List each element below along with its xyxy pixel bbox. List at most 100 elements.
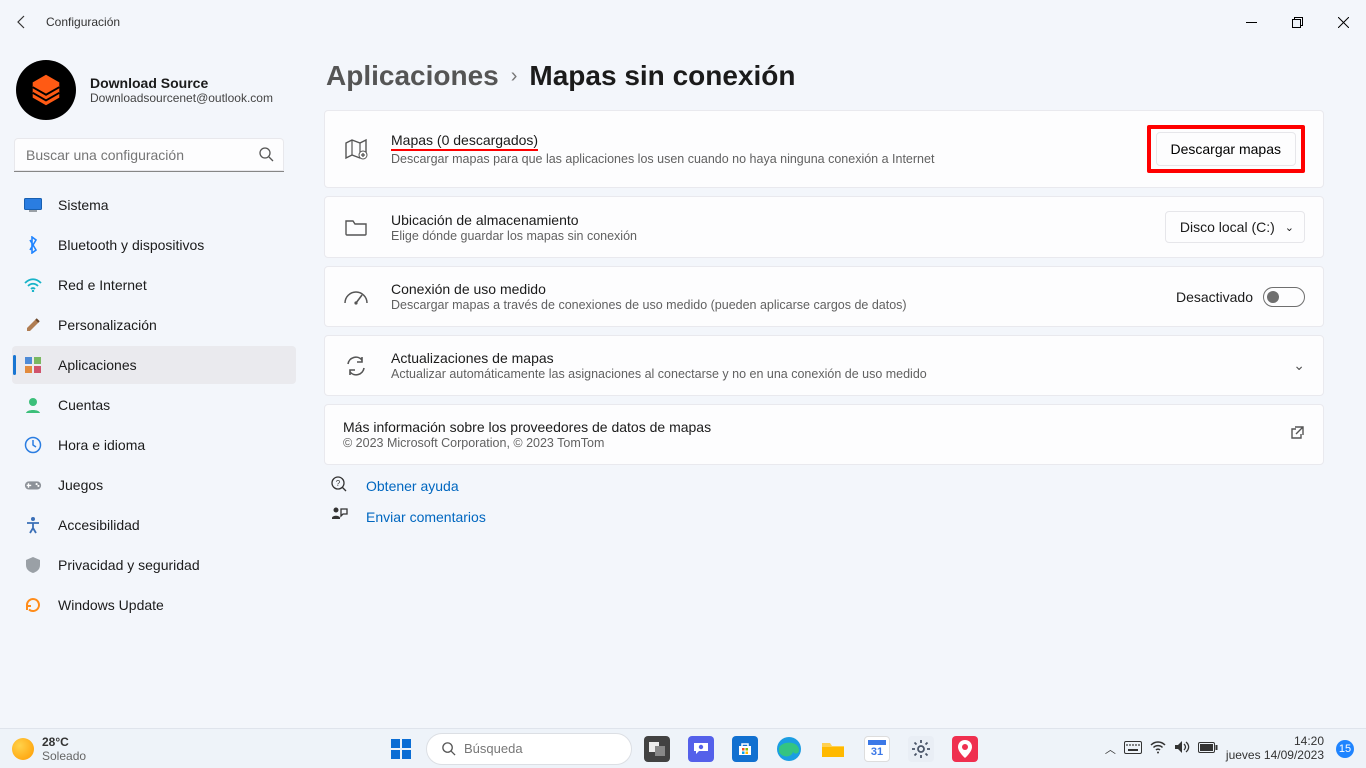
window-title: Configuración	[46, 15, 120, 29]
storage-select-value: Disco local (C:)	[1180, 219, 1275, 235]
nav-update[interactable]: Windows Update	[12, 586, 296, 624]
wifi-tray-icon[interactable]	[1150, 741, 1166, 757]
nav-personalizacion[interactable]: Personalización	[12, 306, 296, 344]
monitor-icon	[24, 196, 42, 214]
gear-icon	[908, 736, 934, 762]
bluetooth-icon	[24, 236, 42, 254]
account-profile[interactable]: Download Source Downloadsourcenet@outloo…	[12, 54, 296, 132]
breadcrumb-parent[interactable]: Aplicaciones	[326, 60, 499, 92]
calendar-button[interactable]: 31	[858, 733, 896, 765]
download-maps-button[interactable]: Descargar mapas	[1156, 132, 1297, 166]
taskbar-weather[interactable]: 28°C Soleado	[0, 735, 86, 763]
nav-label: Hora e idioma	[58, 437, 145, 453]
card-storage-desc: Elige dónde guardar los mapas sin conexi…	[391, 229, 637, 243]
weather-sun-icon	[12, 738, 34, 760]
battery-tray-icon[interactable]	[1198, 742, 1218, 756]
card-storage-title: Ubicación de almacenamiento	[391, 212, 637, 228]
profile-name: Download Source	[90, 75, 273, 91]
start-button[interactable]	[382, 733, 420, 765]
settings-button[interactable]	[902, 733, 940, 765]
minimize-button[interactable]	[1228, 6, 1274, 38]
notification-badge[interactable]: 15	[1336, 740, 1354, 758]
folder-icon	[343, 217, 369, 237]
settings-search	[14, 138, 284, 172]
store-button[interactable]	[726, 733, 764, 765]
nav-label: Bluetooth y dispositivos	[58, 237, 204, 253]
explorer-button[interactable]	[814, 733, 852, 765]
nav-red[interactable]: Red e Internet	[12, 266, 296, 304]
feedback-link[interactable]: Enviar comentarios	[366, 509, 486, 525]
edge-button[interactable]	[770, 733, 808, 765]
nav-aplicaciones[interactable]: Aplicaciones	[12, 346, 296, 384]
nav-cuentas[interactable]: Cuentas	[12, 386, 296, 424]
edge-icon	[776, 736, 802, 762]
sync-icon	[343, 355, 369, 377]
clock-date: jueves 14/09/2023	[1226, 749, 1324, 763]
nav-label: Accesibilidad	[58, 517, 140, 533]
chat-button[interactable]	[682, 733, 720, 765]
accessibility-icon	[24, 516, 42, 534]
avatar-logo-icon	[27, 71, 65, 109]
card-maps: Mapas (0 descargados) Descargar mapas pa…	[324, 110, 1324, 188]
arrow-left-icon	[14, 14, 30, 30]
nav-sistema[interactable]: Sistema	[12, 186, 296, 224]
tray-overflow[interactable]: ︿	[1105, 741, 1116, 757]
svg-text:31: 31	[871, 746, 883, 758]
card-info[interactable]: Más información sobre los proveedores de…	[324, 404, 1324, 465]
taskbar-search[interactable]: Búsqueda	[426, 733, 632, 765]
breadcrumb: Aplicaciones › Mapas sin conexión	[326, 60, 1324, 92]
clock-globe-icon	[24, 436, 42, 454]
profile-email: Downloadsourcenet@outlook.com	[90, 91, 273, 105]
metered-toggle[interactable]	[1263, 287, 1305, 307]
paintbrush-icon	[24, 316, 42, 334]
card-updates[interactable]: Actualizaciones de mapas Actualizar auto…	[324, 335, 1324, 396]
volume-tray-icon[interactable]	[1174, 740, 1190, 757]
window-controls	[1228, 6, 1366, 38]
nav-accesibilidad[interactable]: Accesibilidad	[12, 506, 296, 544]
nav-bluetooth[interactable]: Bluetooth y dispositivos	[12, 226, 296, 264]
search-icon	[441, 741, 456, 756]
apps-icon	[24, 356, 42, 374]
search-input[interactable]	[14, 138, 284, 172]
content: Aplicaciones › Mapas sin conexión Mapas …	[300, 44, 1366, 728]
card-metered-title: Conexión de uso medido	[391, 281, 907, 297]
calendar-icon: 31	[864, 736, 890, 762]
maps-app-button[interactable]	[946, 733, 984, 765]
help-icon: ?	[330, 475, 348, 496]
search-icon	[258, 146, 274, 167]
system-tray: ︿ 14:20 jueves 14/09/2023 15	[1105, 735, 1366, 763]
nav: Sistema Bluetooth y dispositivos Red e I…	[12, 186, 296, 624]
storage-select[interactable]: Disco local (C:) ⌄	[1165, 211, 1305, 243]
maximize-icon	[1292, 17, 1303, 28]
taskview-button[interactable]	[638, 733, 676, 765]
taskbar-center: Búsqueda 31	[382, 733, 984, 765]
help-link-row: ? Obtener ayuda	[330, 475, 1324, 496]
nav-label: Windows Update	[58, 597, 164, 613]
person-icon	[24, 396, 42, 414]
page-title: Mapas sin conexión	[529, 60, 795, 92]
chat-icon	[688, 736, 714, 762]
gauge-icon	[343, 287, 369, 307]
taskbar-clock[interactable]: 14:20 jueves 14/09/2023	[1226, 735, 1324, 763]
titlebar: Configuración	[0, 0, 1366, 44]
nav-label: Cuentas	[58, 397, 110, 413]
nav-hora[interactable]: Hora e idioma	[12, 426, 296, 464]
card-updates-desc: Actualizar automáticamente las asignacio…	[391, 367, 927, 381]
nav-privacidad[interactable]: Privacidad y seguridad	[12, 546, 296, 584]
help-link[interactable]: Obtener ayuda	[366, 478, 459, 494]
nav-label: Personalización	[58, 317, 157, 333]
card-metered: Conexión de uso medido Descargar mapas a…	[324, 266, 1324, 327]
nav-juegos[interactable]: Juegos	[12, 466, 296, 504]
nav-label: Sistema	[58, 197, 109, 213]
feedback-icon	[330, 506, 348, 527]
card-maps-title: Mapas (0 descargados)	[391, 132, 538, 151]
shield-icon	[24, 556, 42, 574]
update-icon	[24, 596, 42, 614]
maximize-button[interactable]	[1274, 6, 1320, 38]
map-icon	[343, 138, 369, 160]
keyboard-icon[interactable]	[1124, 741, 1142, 757]
back-button[interactable]	[0, 0, 44, 44]
nav-label: Juegos	[58, 477, 103, 493]
card-info-title: Más información sobre los proveedores de…	[343, 419, 711, 435]
close-button[interactable]	[1320, 6, 1366, 38]
